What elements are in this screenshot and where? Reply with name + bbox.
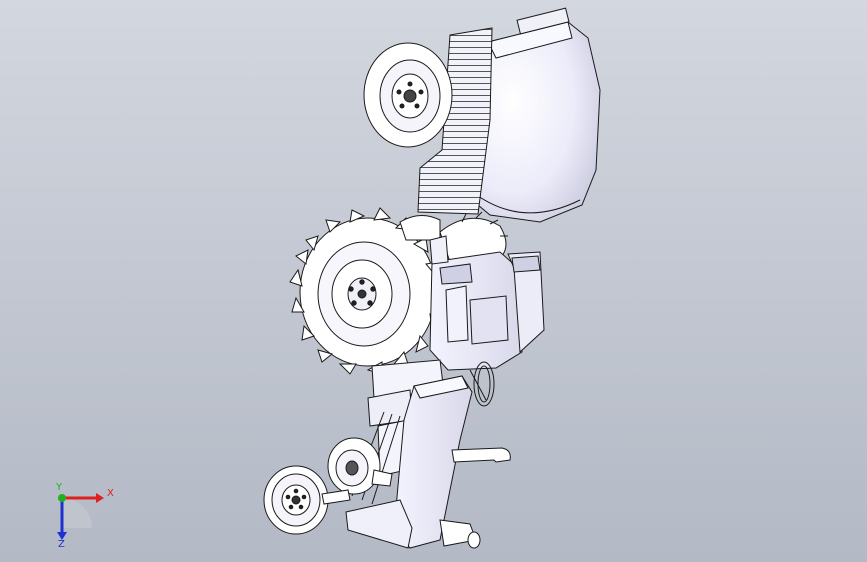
exhaust-pipe[interactable] [451,447,511,463]
cad-model-assembly[interactable] [0,0,867,562]
x-axis-label: X [107,488,114,499]
main-body[interactable] [429,235,545,371]
coordinate-triad: X Y Z [55,482,114,548]
graphics-viewport[interactable]: X Y Z [0,0,867,562]
z-axis-label: Z [58,539,65,548]
top-wheel[interactable] [363,42,453,148]
y-axis-label: Y [55,482,63,493]
triad-plane-shade [62,498,92,528]
x-arrowhead-icon [96,493,104,503]
y-axis-dot [58,494,66,502]
